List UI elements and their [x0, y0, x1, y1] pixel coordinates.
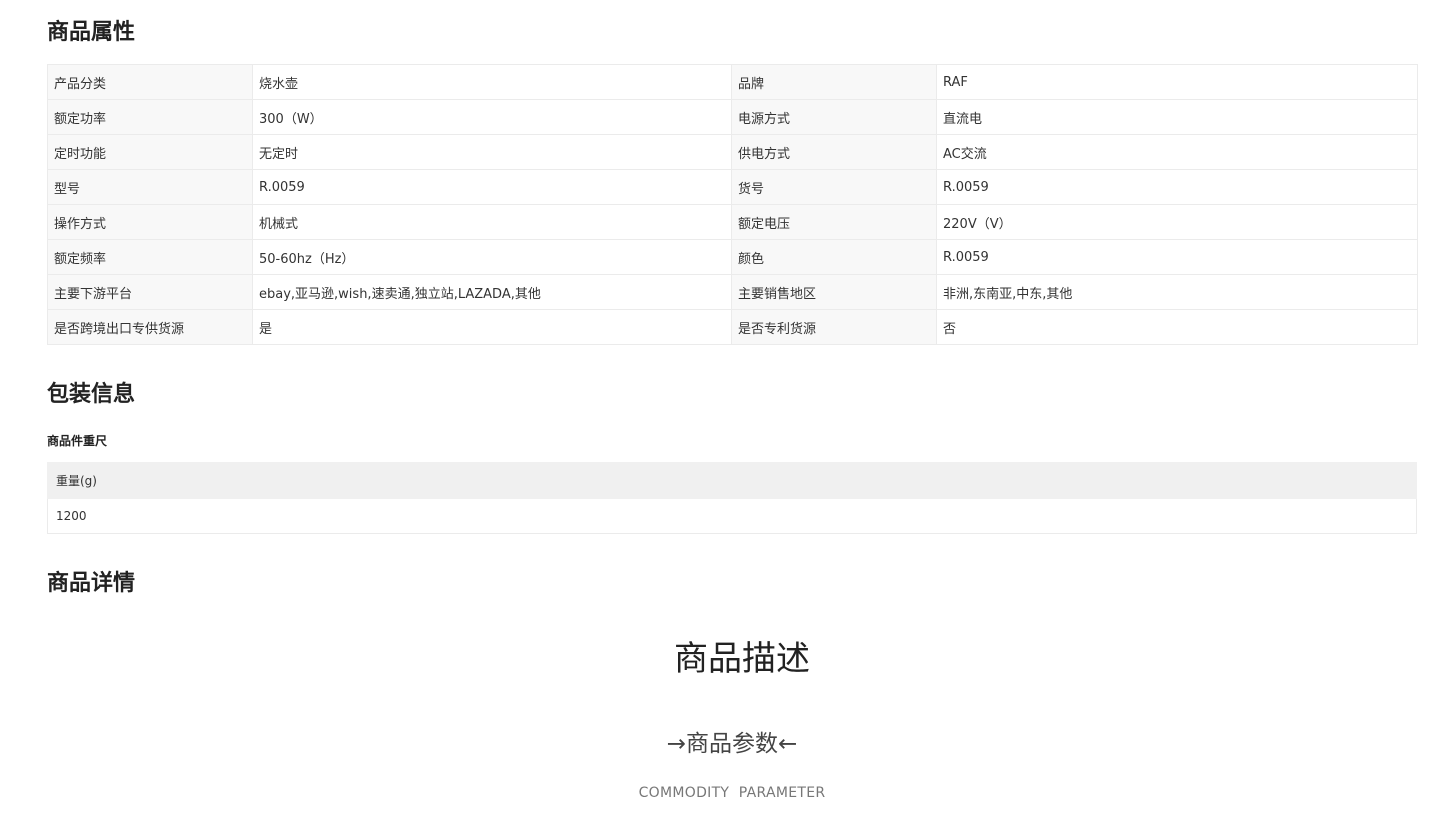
attribute-value: 机械式 [252, 204, 732, 240]
product-parameter-heading: →商品参数← [666, 731, 798, 757]
detail-section-title: 商品详情 [47, 571, 136, 596]
attribute-value: 220V（V） [936, 204, 1418, 240]
attribute-value: 50-60hz（Hz） [252, 239, 732, 275]
attribute-label: 颜色 [731, 239, 937, 275]
attribute-value: RAF [936, 64, 1418, 100]
attribute-label: 额定频率 [47, 239, 253, 275]
attribute-value: 烧水壶 [252, 64, 732, 100]
attribute-row: 产品分类 烧水壶 品牌 RAF [47, 64, 1418, 100]
attribute-value: 否 [936, 309, 1418, 345]
attribute-value: 直流电 [936, 99, 1418, 135]
attribute-label: 定时功能 [47, 134, 253, 170]
packaging-subtitle: 商品件重尺 [47, 434, 108, 448]
attribute-value: R.0059 [252, 169, 732, 205]
attribute-row: 型号 R.0059 货号 R.0059 [47, 169, 1418, 205]
packaging-section-title: 包装信息 [47, 382, 136, 407]
attribute-label: 是否专利货源 [731, 309, 937, 345]
attribute-label: 是否跨境出口专供货源 [47, 309, 253, 345]
attribute-row: 操作方式 机械式 额定电压 220V（V） [47, 204, 1418, 240]
attribute-label: 额定电压 [731, 204, 937, 240]
attribute-label: 产品分类 [47, 64, 253, 100]
attribute-label: 型号 [47, 169, 253, 205]
attribute-value: R.0059 [936, 239, 1418, 275]
weight-value: 1200 [47, 498, 1417, 534]
attribute-label: 主要下游平台 [47, 274, 253, 310]
attribute-label: 电源方式 [731, 99, 937, 135]
attribute-label: 品牌 [731, 64, 937, 100]
packaging-table: 重量(g) 1200 [47, 462, 1417, 534]
attribute-row: 额定功率 300（W） 电源方式 直流电 [47, 99, 1418, 135]
attribute-row: 是否跨境出口专供货源是是否专利货源否 [47, 309, 1418, 345]
attribute-label: 主要销售地区 [731, 274, 937, 310]
attribute-label: 操作方式 [47, 204, 253, 240]
attribute-row: 主要下游平台 ebay,亚马逊,wish,速卖通,独立站,LAZADA,其他 主要销… [47, 274, 1418, 310]
attribute-label: 货号 [731, 169, 937, 205]
attributes-section-title: 商品属性 [47, 20, 136, 45]
attribute-row: 定时功能 无定时 供电方式 AC交流 [47, 134, 1418, 170]
attribute-value: R.0059 [936, 169, 1418, 205]
weight-header: 重量(g) [47, 462, 1417, 499]
attribute-value: 300（W） [252, 99, 732, 135]
attributes-table-body: 产品分类 烧水壶 品牌 RAF 额定功率 300（W） 电源方式 直流电 定时功能 无定时 供电方式… [47, 64, 1418, 345]
product-description-heading: 商品描述 [674, 639, 810, 679]
attribute-value: ebay,亚马逊,wish,速卖通,独立站,LAZADA,其他 [252, 274, 732, 310]
attribute-label: 额定功率 [47, 99, 253, 135]
packaging-value-row: 1200 [47, 498, 1417, 534]
attribute-value: AC交流 [936, 134, 1418, 170]
attribute-label: 供电方式 [731, 134, 937, 170]
attribute-value: 是 [252, 309, 732, 345]
attributes-table: 产品分类 烧水壶 品牌 RAF 额定功率 300（W） 电源方式 直流电 定时功能 无定时 供电方式… [47, 64, 1418, 345]
attribute-row: 额定频率 50-60hz（Hz） 颜色 R.0059 [47, 239, 1418, 275]
packaging-header-row: 重量(g) [47, 462, 1417, 499]
attribute-value: 无定时 [252, 134, 732, 170]
attribute-value: 非洲,东南亚,中东,其他 [936, 274, 1418, 310]
product-parameter-subheading: COMMODITY PARAMETER [638, 785, 826, 801]
